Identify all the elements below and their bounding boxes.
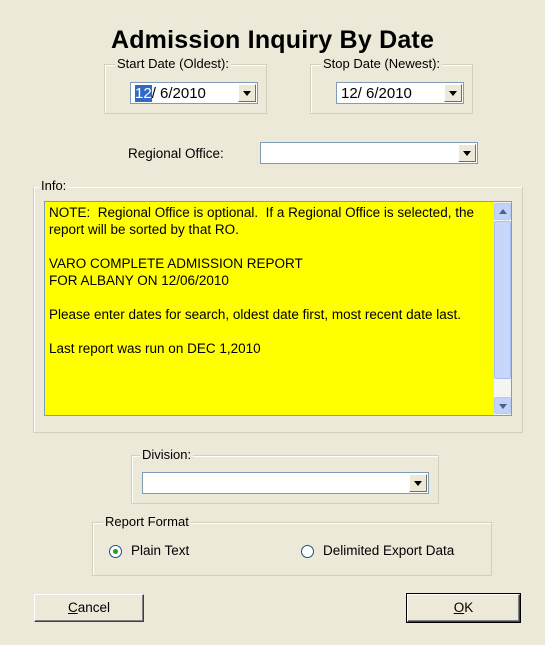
report-format-label: Report Format	[103, 514, 191, 529]
stop-date-group: Stop Date (Newest): 12/ 6/2010	[310, 56, 473, 114]
scroll-down-button[interactable]	[494, 397, 511, 414]
info-textarea[interactable]: NOTE: Regional Office is optional. If a …	[44, 201, 512, 416]
stop-date-dropdown-button[interactable]	[444, 84, 462, 102]
start-date-dropdown-button[interactable]	[238, 84, 256, 102]
division-dropdown-button[interactable]	[409, 474, 427, 492]
plain-text-label[interactable]: Plain Text	[131, 543, 189, 558]
regional-office-dropdown-button[interactable]	[458, 144, 476, 162]
start-date-value[interactable]: 12/ 6/2010	[135, 85, 206, 102]
scroll-thumb[interactable]	[494, 221, 511, 379]
cancel-mnemonic: C	[67, 600, 78, 615]
stop-date-picker[interactable]: 12/ 6/2010	[336, 82, 464, 104]
cancel-button[interactable]: Cancel	[34, 594, 144, 622]
ok-button[interactable]: OK	[406, 593, 521, 623]
division-label: Division:	[140, 447, 194, 462]
division-select[interactable]	[142, 472, 429, 494]
division-group: Division:	[131, 447, 439, 504]
ok-mnemonic: O	[453, 600, 465, 615]
regional-office-select[interactable]	[260, 142, 478, 164]
delimited-export-label[interactable]: Delimited Export Data	[323, 543, 454, 558]
ok-label-rest: K	[464, 600, 474, 615]
dialog-title: Admission Inquiry By Date	[110, 26, 435, 54]
start-date-picker[interactable]: 12/ 6/2010	[130, 82, 258, 104]
info-scrollbar[interactable]	[494, 202, 511, 415]
info-label: Info:	[39, 178, 69, 193]
cancel-label-rest: ancel	[77, 600, 111, 615]
regional-office-label: Regional Office:	[128, 146, 224, 161]
scroll-up-button[interactable]	[494, 203, 511, 220]
start-date-month-selected[interactable]: 12	[135, 85, 152, 102]
info-text: NOTE: Regional Office is optional. If a …	[49, 205, 474, 356]
start-date-label: Start Date (Oldest):	[115, 56, 231, 71]
start-date-rest: / 6/2010	[151, 85, 206, 102]
stop-date-value[interactable]: 12/ 6/2010	[341, 85, 412, 102]
report-format-group: Report Format Plain Text Delimited Expor…	[92, 514, 492, 576]
delimited-export-radio[interactable]	[301, 545, 314, 558]
stop-date-label: Stop Date (Newest):	[321, 56, 443, 71]
start-date-group: Start Date (Oldest): 12/ 6/2010	[104, 56, 267, 114]
plain-text-radio[interactable]	[109, 545, 122, 558]
